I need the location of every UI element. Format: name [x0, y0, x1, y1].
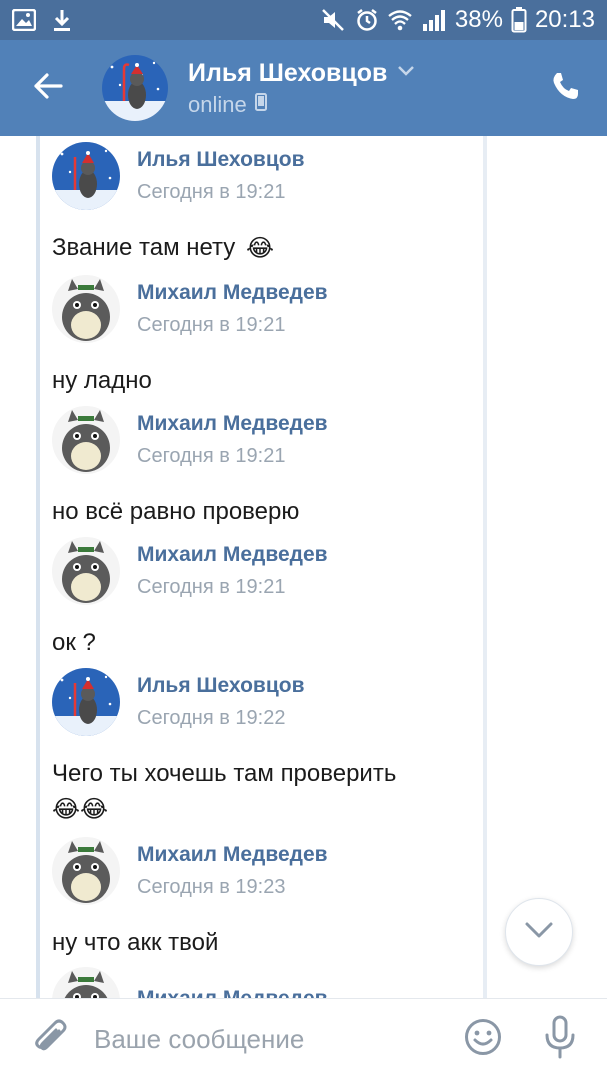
raccoon-avatar[interactable]	[52, 142, 120, 210]
message-line: ок ?	[52, 629, 96, 656]
message-author[interactable]: Илья Шеховцов	[137, 146, 304, 174]
message-item[interactable]: Михаил Медведев Сегодня в 19:21 ну ладно	[52, 275, 482, 397]
battery-icon	[511, 7, 527, 33]
raccoon-avatar[interactable]	[52, 668, 120, 736]
paperclip-icon	[32, 1017, 68, 1062]
phone-call-icon	[550, 71, 580, 106]
message-item[interactable]: Михаил Медведев Сегодня в 19:21 но всё р…	[52, 406, 482, 528]
chevron-down-icon[interactable]	[397, 64, 415, 82]
message-item[interactable]: Илья Шеховцов Сегодня в 19:22 Чего ты хо…	[52, 668, 482, 826]
message-text: ок ?	[52, 627, 482, 659]
message-line: ну ладно	[52, 367, 152, 394]
message-item[interactable]: Илья Шеховцов Сегодня в 19:21 Звание там…	[52, 142, 482, 265]
forwarded-border-line	[483, 136, 487, 998]
totoro-avatar[interactable]	[52, 275, 120, 343]
message-author[interactable]: Михаил Медведев	[137, 410, 328, 438]
message-line: Чего ты хочешь там проверить	[52, 760, 397, 787]
message-text: Чего ты хочешь там проверить 😂😂	[52, 758, 482, 826]
voice-record-button[interactable]	[540, 1015, 580, 1064]
image-icon	[12, 9, 36, 31]
message-list[interactable]: Илья Шеховцов Сегодня в 19:21 Звание там…	[0, 136, 607, 998]
message-composer	[0, 998, 607, 1080]
message-text: Звание там нету 😂	[52, 232, 482, 265]
message-time: Сегодня в 19:21	[137, 181, 286, 203]
download-icon	[52, 8, 72, 32]
totoro-avatar[interactable]	[52, 406, 120, 474]
message-author[interactable]: Михаил Медведев	[137, 841, 328, 869]
message-time: Сегодня в 19:22	[137, 707, 286, 729]
message-line: но всё равно проверю	[52, 498, 300, 525]
laughing-emoji-icon: 😂😂	[52, 796, 109, 823]
message-item[interactable]: Михаил Медведев Сегодня в 19:23 ну что а…	[52, 837, 482, 959]
message-line: ну что акк твой	[52, 929, 219, 956]
status-bar: 38% 20:13	[0, 0, 607, 40]
clock: 20:13	[534, 6, 595, 33]
call-button[interactable]	[545, 68, 585, 108]
chat-header: Илья Шеховцов online	[0, 40, 607, 136]
phone-device-icon	[254, 93, 267, 116]
message-author[interactable]: Михаил Медведев	[137, 279, 328, 307]
totoro-avatar[interactable]	[52, 537, 120, 605]
mute-icon	[321, 8, 347, 32]
contact-avatar[interactable]	[102, 55, 168, 121]
smile-icon	[464, 1018, 502, 1061]
message-input[interactable]	[94, 1024, 424, 1055]
message-time: Сегодня в 19:23	[137, 876, 286, 898]
message-text: но всё равно проверю	[52, 496, 482, 528]
totoro-avatar[interactable]	[52, 967, 120, 998]
back-arrow-icon	[33, 72, 63, 104]
totoro-avatar[interactable]	[52, 837, 120, 905]
message-author[interactable]: Илья Шеховцов	[137, 672, 304, 700]
message-item[interactable]: Михаил Медведев	[52, 967, 482, 998]
message-time: Сегодня в 19:21	[137, 576, 286, 598]
message-line: Звание там нету	[52, 234, 236, 261]
message-time: Сегодня в 19:21	[137, 445, 286, 467]
emoji-button[interactable]	[462, 1018, 504, 1060]
message-item[interactable]: Михаил Медведев Сегодня в 19:21 ок ?	[52, 537, 482, 659]
contact-status: online	[188, 91, 247, 117]
back-button[interactable]	[0, 40, 96, 136]
battery-percentage: 38%	[454, 6, 503, 33]
forwarded-indicator-line	[36, 136, 40, 998]
message-time: Сегодня в 19:21	[137, 314, 286, 336]
scroll-down-button[interactable]	[505, 898, 573, 966]
message-author[interactable]: Михаил Медведев	[137, 985, 328, 998]
alarm-icon	[355, 8, 379, 32]
signal-icon	[421, 8, 447, 32]
wifi-icon	[387, 9, 413, 31]
contact-name[interactable]: Илья Шеховцов	[188, 59, 387, 88]
message-text: ну что акк твой	[52, 927, 482, 959]
chevron-down-icon	[524, 921, 554, 944]
microphone-icon	[543, 1015, 577, 1064]
message-author[interactable]: Михаил Медведев	[137, 541, 328, 569]
attach-button[interactable]	[26, 1016, 74, 1064]
laughing-emoji-icon: 😂	[245, 234, 275, 262]
message-text: ну ладно	[52, 365, 482, 397]
